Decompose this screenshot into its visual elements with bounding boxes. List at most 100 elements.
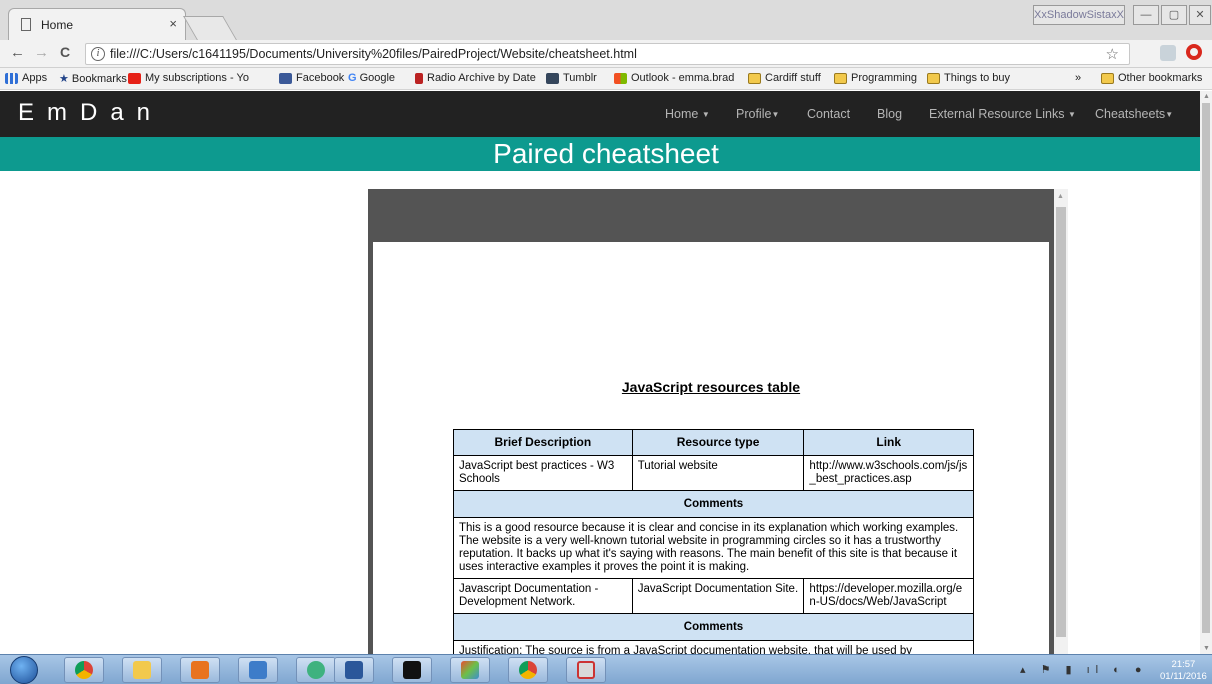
- scroll-up-arrow-icon[interactable]: ▲: [1057, 193, 1064, 200]
- taskbar-media-player[interactable]: [180, 657, 220, 683]
- taskbar-atom[interactable]: [296, 657, 336, 683]
- folder-icon: [1101, 72, 1114, 84]
- resources-table: Brief Description Resource type Link Jav…: [453, 429, 974, 654]
- page-scroll-thumb[interactable]: [1202, 103, 1210, 633]
- page-icon: [21, 18, 31, 31]
- bookmark-apps[interactable]: Apps: [5, 72, 47, 84]
- system-clock[interactable]: 21:57 01/11/2016: [1160, 659, 1207, 683]
- comments-label: Comments: [453, 490, 974, 518]
- address-bar[interactable]: i file:///C:/Users/c1641195/Documents/Un…: [85, 43, 1130, 65]
- table-row: JavaScript best practices - W3 Schools T…: [453, 455, 974, 491]
- opera-extension-icon[interactable]: [1186, 44, 1202, 60]
- clock-time: 21:57: [1171, 659, 1196, 670]
- word-icon: [345, 661, 363, 679]
- file-explorer-icon: [133, 661, 151, 679]
- cell-link: https://developer.mozilla.org/en-US/docs…: [803, 578, 974, 614]
- reload-button[interactable]: C: [60, 44, 70, 60]
- other-bookmarks[interactable]: Other bookmarks: [1101, 72, 1202, 84]
- table-row: Javascript Documentation - Development N…: [453, 578, 974, 614]
- command-prompt-icon: [403, 661, 421, 679]
- profile-button[interactable]: XxShadowSistaxX: [1033, 5, 1125, 25]
- bookmark-tumblr[interactable]: Tumblr: [546, 72, 597, 84]
- taskbar-chrome[interactable]: [64, 657, 104, 683]
- taskbar-chrome-2[interactable]: [508, 657, 548, 683]
- tab-close-button[interactable]: ×: [169, 16, 177, 31]
- snipping-tool-icon: [577, 661, 595, 679]
- comments-header-row: Comments: [453, 490, 974, 518]
- document-title: JavaScript resources table: [621, 379, 801, 395]
- maximize-button[interactable]: ▢: [1161, 5, 1187, 25]
- minimize-button[interactable]: —: [1133, 5, 1159, 25]
- close-window-button[interactable]: ✕: [1189, 5, 1211, 25]
- comment-row: This is a good resource because it is cl…: [453, 517, 974, 579]
- document-scroll-thumb[interactable]: [1056, 207, 1066, 637]
- bookmark-star-icon[interactable]: ☆: [1106, 45, 1119, 63]
- new-tab-button[interactable]: [183, 16, 237, 40]
- caret-down-icon: ▼: [1067, 110, 1076, 120]
- cell-resource-type: JavaScript Documentation Site.: [631, 578, 805, 614]
- bookmark-radio[interactable]: Radio Archive by Date: [415, 72, 536, 84]
- extension-icon[interactable]: [1160, 45, 1176, 61]
- embedded-document-viewer[interactable]: JavaScript resources table Brief Descrip…: [368, 189, 1068, 654]
- star-icon: ★: [59, 73, 69, 85]
- media-player-icon: [191, 661, 209, 679]
- taskbar-word[interactable]: [334, 657, 374, 683]
- windows-taskbar: ▴ ⚑ ▮ ıl ◐ ● 21:57 01/11/2016: [0, 654, 1212, 684]
- scroll-up-arrow-icon[interactable]: ▲: [1203, 93, 1210, 100]
- atom-icon: [307, 661, 325, 679]
- clock-date: 01/11/2016: [1160, 671, 1207, 682]
- back-button[interactable]: ←: [10, 44, 25, 61]
- header-resource-type: Resource type: [631, 429, 805, 456]
- document-scrollbar[interactable]: ▲: [1054, 189, 1068, 654]
- nav-blog[interactable]: Blog: [877, 107, 902, 121]
- page-viewport: EmDan Home ▼ Profile▼ Contact Blog Exter…: [0, 91, 1200, 654]
- nav-cheatsheets[interactable]: Cheatsheets▼: [1095, 107, 1173, 121]
- document-page: JavaScript resources table Brief Descrip…: [373, 242, 1049, 654]
- facebook-icon: [279, 72, 292, 84]
- bookmark-outlook[interactable]: Outlook - emma.brad: [614, 72, 734, 84]
- bookmark-google[interactable]: G Google: [348, 72, 395, 84]
- bookmark-youtube[interactable]: My subscriptions - Yo: [128, 72, 249, 84]
- system-tray[interactable]: ▴ ⚑ ▮ ıl ◐ ●: [1020, 663, 1148, 676]
- taskbar-snipping-tool[interactable]: [566, 657, 606, 683]
- bookmark-cardiff[interactable]: Cardiff stuff: [748, 72, 821, 84]
- chrome-icon: [519, 661, 537, 679]
- browser-tab-bar: Home × XxShadowSistaxX — ▢ ✕: [0, 0, 1212, 40]
- radio-icon: [415, 72, 423, 84]
- youtube-icon: [128, 72, 141, 84]
- folder-icon: [927, 72, 940, 84]
- nav-contact[interactable]: Contact: [807, 107, 850, 121]
- page-scrollbar[interactable]: ▲ ▼: [1200, 91, 1212, 654]
- bookmark-facebook[interactable]: Facebook: [279, 72, 344, 84]
- caret-down-icon: ▼: [701, 110, 710, 120]
- cell-resource-type: Tutorial website: [631, 455, 805, 491]
- taskbar-command-prompt[interactable]: [392, 657, 432, 683]
- nav-profile[interactable]: Profile▼: [736, 107, 779, 121]
- scroll-down-arrow-icon[interactable]: ▼: [1203, 645, 1210, 652]
- google-icon: G: [348, 72, 357, 84]
- url-text: file:///C:/Users/c1641195/Documents/Univ…: [110, 47, 637, 61]
- nav-home[interactable]: Home ▼: [665, 107, 710, 121]
- taskbar-file-explorer[interactable]: [122, 657, 162, 683]
- header-link: Link: [803, 429, 974, 456]
- taskbar-git[interactable]: [450, 657, 490, 683]
- browser-tab[interactable]: Home ×: [8, 8, 186, 40]
- cell-link: http://www.w3schools.com/js/js_best_prac…: [803, 455, 974, 491]
- bookmark-bookmarks[interactable]: ★ Bookmarks: [59, 72, 127, 86]
- site-brand[interactable]: EmDan: [18, 99, 163, 127]
- info-icon[interactable]: i: [91, 47, 105, 61]
- bookmarks-overflow-button[interactable]: »: [1075, 72, 1081, 84]
- comment-text: Justification: The source is from a Java…: [453, 640, 974, 654]
- bookmark-programming[interactable]: Programming: [834, 72, 917, 84]
- taskbar-image-viewer[interactable]: [238, 657, 278, 683]
- forward-button[interactable]: →: [34, 44, 49, 61]
- bookmark-things-to-buy[interactable]: Things to buy: [927, 72, 1010, 84]
- comment-text: This is a good resource because it is cl…: [453, 517, 974, 579]
- page-title: Paired cheatsheet: [493, 138, 719, 169]
- page-banner: Paired cheatsheet: [0, 137, 1200, 171]
- apps-grid-icon: [5, 72, 18, 84]
- start-button[interactable]: [10, 656, 38, 684]
- header-description: Brief Description: [453, 429, 633, 456]
- nav-external-resource-links[interactable]: External Resource Links ▼: [929, 107, 1076, 121]
- folder-icon: [834, 72, 847, 84]
